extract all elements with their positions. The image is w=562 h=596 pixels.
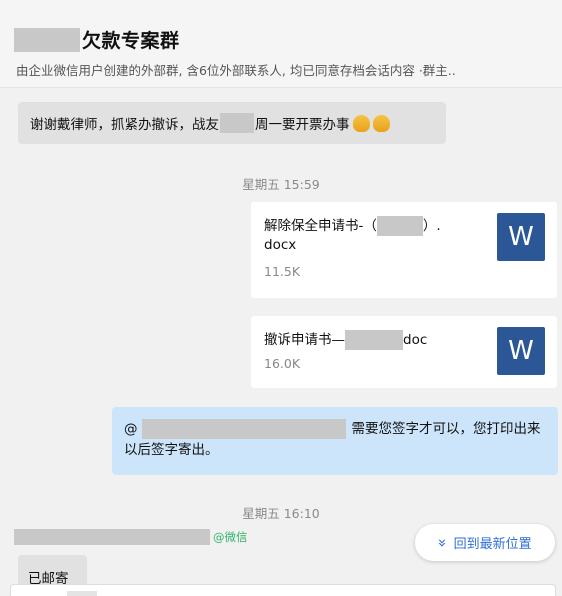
redacted-block [14, 529, 210, 545]
redacted-block [141, 419, 346, 439]
word-document-icon: W [497, 327, 545, 375]
file-name-part: doc [403, 332, 428, 348]
chat-header: 欠款专案群 由企业微信用户创建的外部群, 含6位外部联系人, 均已同意存档会话内… [0, 0, 562, 88]
redacted-block [345, 330, 403, 350]
pray-emoji-icon [352, 114, 370, 132]
timestamp: 星期五 15:59 [242, 177, 320, 192]
timestamp: 星期五 16:10 [242, 506, 320, 521]
message-text: 谢谢戴律师，抓紧办撤诉，战友 [30, 117, 219, 133]
file-name-part: ）. [422, 218, 441, 234]
redacted-block [67, 591, 97, 596]
incoming-message[interactable]: 谢谢戴律师，抓紧办撤诉，战友 周一要开票办事 [18, 102, 446, 144]
file-size: 16.0K [264, 356, 301, 371]
jump-to-latest-button[interactable]: » 回到最新位置 [415, 524, 555, 561]
redacted-block [376, 216, 423, 236]
file-card[interactable]: 解除保全申请书-（ ）. docx 11.5K W [251, 202, 557, 298]
message-text: 周一要开票办事 [255, 117, 350, 133]
wechat-source-tag: @微信 [213, 530, 248, 544]
pray-emoji-icon [372, 114, 390, 132]
redacted-block [14, 27, 80, 52]
file-extension: docx [264, 237, 297, 253]
double-chevron-down-icon: » [433, 537, 452, 548]
jump-to-latest-label: 回到最新位置 [453, 537, 532, 552]
redacted-block [220, 113, 254, 133]
outgoing-message[interactable]: @ 需要您签字才可以，您打印出来以后签字寄出。 [112, 407, 558, 475]
sender-name-row[interactable]: @微信 [14, 529, 248, 545]
file-card[interactable]: 撤诉申请书— doc 16.0K W [251, 316, 557, 388]
group-title[interactable]: 欠款专案群 [14, 26, 180, 53]
word-document-icon: W [497, 213, 545, 261]
file-size: 11.5K [264, 264, 301, 279]
group-title-text: 欠款专案群 [82, 30, 180, 52]
file-name-part: 解除保全申请书-（ [264, 218, 377, 234]
file-name-part: 撤诉申请书— [264, 332, 345, 348]
message-input-area[interactable] [10, 584, 556, 596]
group-subtitle[interactable]: 由企业微信用户创建的外部群, 含6位外部联系人, 均已同意存档会话内容 ·群主.… [16, 60, 546, 79]
file-name: 解除保全申请书-（ ）. docx [264, 216, 474, 255]
clipped-message-line [18, 88, 258, 96]
file-name: 撤诉申请书— doc [264, 330, 474, 350]
mention-symbol: @ [124, 421, 138, 437]
